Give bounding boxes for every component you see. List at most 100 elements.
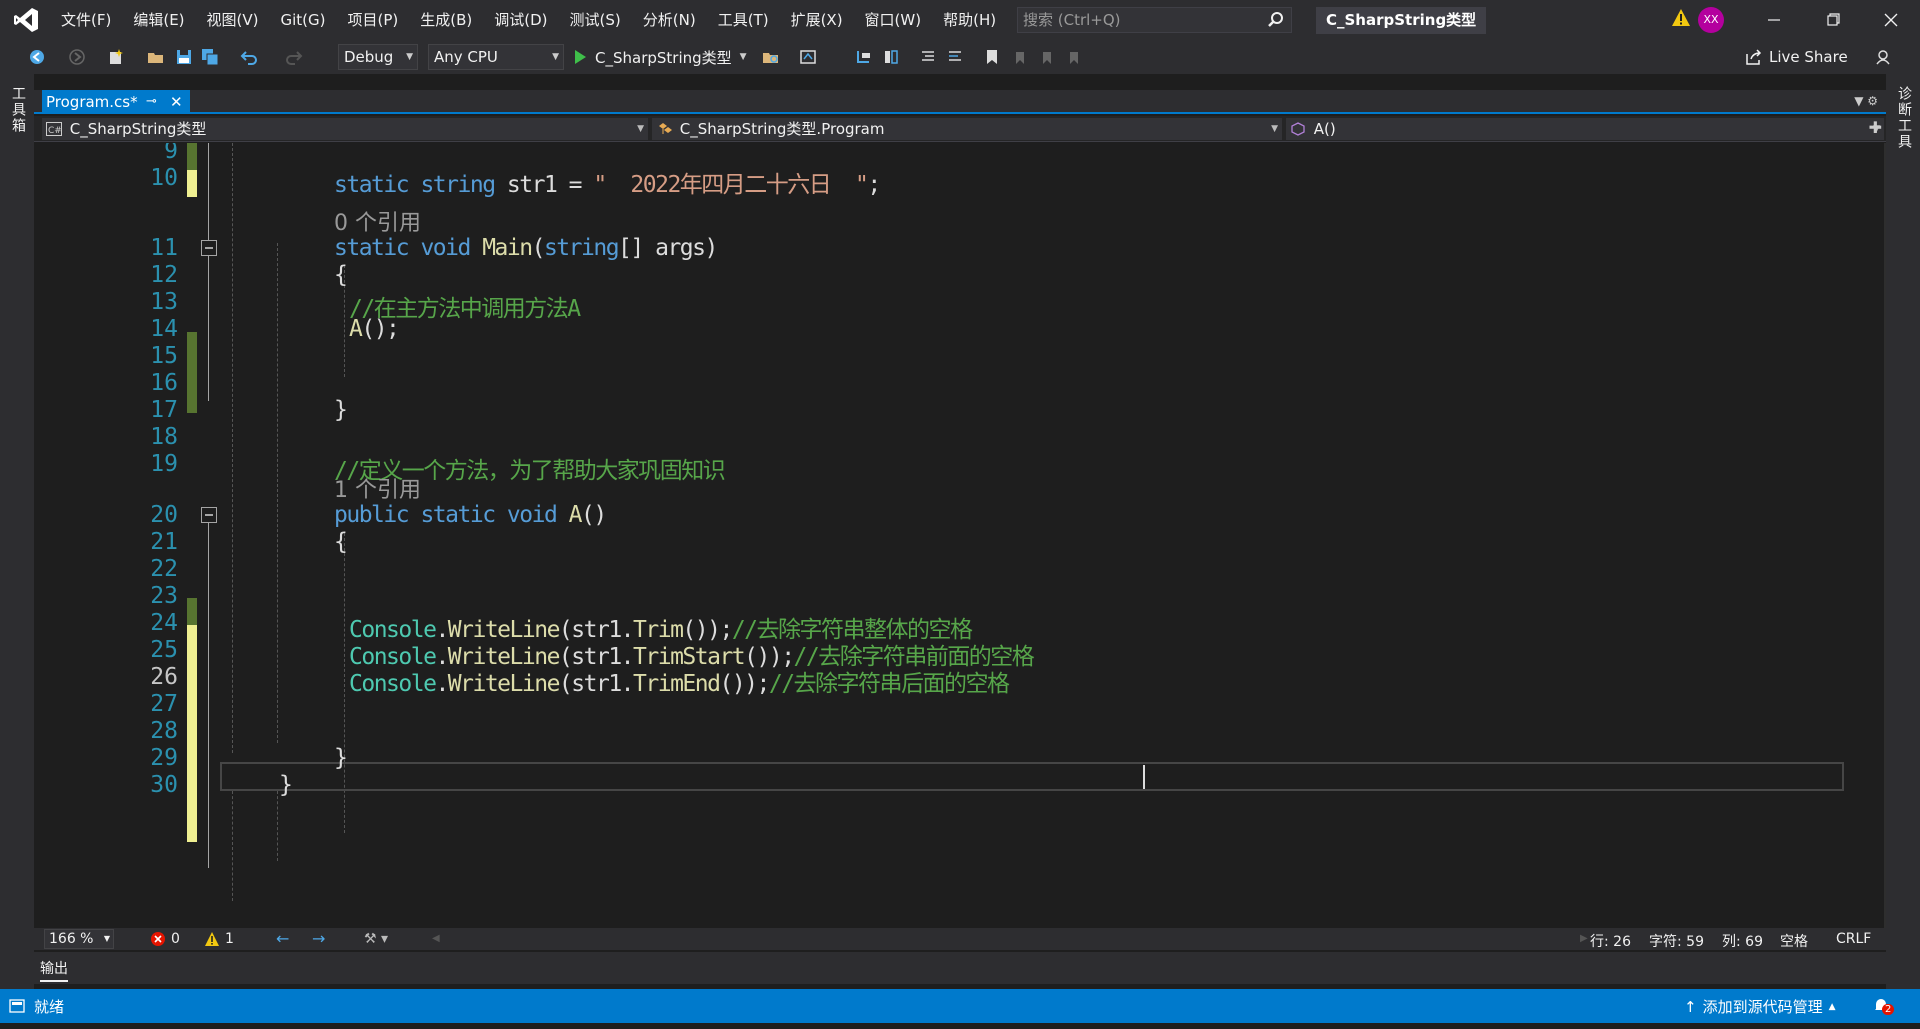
line-number: 9 [164, 143, 178, 164]
code-text: } [334, 745, 348, 771]
status-bar: 就绪 ↑ 添加到源代码管理 ▲ 2 [0, 989, 1920, 1023]
warning-count[interactable]: 1 [204, 931, 234, 947]
whitespace-indicator[interactable]: 空格 [1780, 931, 1808, 951]
menu-debug[interactable]: 调试(D) [483, 0, 558, 40]
home-icon[interactable] [799, 48, 817, 66]
code-cleanup-icon[interactable]: ⚒ ▾ [364, 931, 388, 947]
project-dropdown[interactable]: C# C_SharpString类型 ▼ [42, 118, 648, 140]
search-box[interactable] [1017, 7, 1292, 33]
error-icon [151, 932, 165, 946]
ready-icon [9, 999, 25, 1013]
open-folder-icon[interactable] [147, 48, 165, 66]
configuration-value: Debug [344, 48, 394, 66]
line-number: 23 [150, 583, 178, 609]
code-editor[interactable]: 9 10 static string str1 = " 2022年四月二十六日 … [34, 143, 1886, 928]
add-to-source-control-button[interactable]: ↑ 添加到源代码管理 ▲ [1684, 996, 1836, 1017]
type-dropdown[interactable]: C_SharpString类型.Program ▼ [652, 118, 1282, 140]
tab-overflow-icon[interactable]: ▼ ⚙ [1854, 94, 1878, 108]
menu-help[interactable]: 帮助(H) [932, 0, 1007, 40]
start-debugging-button[interactable]: C_SharpString类型 ▼ [573, 44, 747, 70]
user-avatar[interactable]: XX [1698, 7, 1724, 33]
member-dropdown[interactable]: A() ▼ [1286, 118, 1884, 140]
undo-icon[interactable] [240, 48, 258, 66]
search-icon[interactable] [1267, 11, 1285, 29]
platform-value: Any CPU [434, 48, 498, 66]
warning-icon[interactable] [1671, 8, 1691, 28]
new-project-icon[interactable] [107, 48, 125, 66]
step-into-icon[interactable] [855, 48, 873, 66]
menu-edit[interactable]: 编辑(E) [122, 0, 195, 40]
error-count[interactable]: 0 [150, 931, 180, 947]
restore-icon[interactable] [1808, 0, 1858, 40]
char-indicator[interactable]: 字符: 59 [1649, 931, 1704, 951]
redo-icon[interactable] [285, 48, 303, 66]
step-over-icon[interactable] [882, 48, 900, 66]
bookmark-icon[interactable] [983, 48, 1001, 66]
line-number: 20 [150, 502, 178, 528]
column-indicator[interactable]: 列: 69 [1722, 931, 1763, 951]
svg-text:C#: C# [48, 126, 62, 136]
navigate-back-icon[interactable] [28, 48, 46, 66]
comment-lines-icon[interactable] [919, 48, 937, 66]
document-tab-row: Program.cs* ⊸ ✕ ▼ ⚙ [34, 90, 1886, 114]
taskbar-edge [0, 1023, 1920, 1029]
line-ending-indicator[interactable]: CRLF [1836, 931, 1871, 947]
warning-icon [205, 932, 219, 946]
code-text: } [334, 397, 348, 423]
feedback-icon[interactable] [1874, 48, 1892, 66]
navigation-bar: C# C_SharpString类型 ▼ C_SharpString类型.Pro… [34, 116, 1886, 142]
title-bar: 文件(F) 编辑(E) 视图(V) Git(G) 项目(P) 生成(B) 调试(… [0, 0, 1920, 40]
menu-extensions[interactable]: 扩展(X) [780, 0, 854, 40]
previous-bookmark-icon[interactable] [1010, 48, 1028, 66]
next-bookmark-icon[interactable] [1037, 48, 1055, 66]
scroll-left-icon[interactable]: ◀ [432, 933, 440, 944]
browse-folder-icon[interactable] [762, 48, 780, 66]
code-text: A(); [349, 316, 400, 342]
notifications-button[interactable]: 2 [1872, 996, 1895, 1018]
scroll-right-icon[interactable]: ▶ [1580, 933, 1588, 944]
menu-project[interactable]: 项目(P) [337, 0, 410, 40]
menu-build[interactable]: 生成(B) [409, 0, 483, 40]
line-indicator[interactable]: 行: 26 [1590, 931, 1631, 951]
output-tab[interactable]: 输出 [40, 958, 68, 978]
menu-view[interactable]: 视图(V) [196, 0, 270, 40]
live-share-label: Live Share [1769, 48, 1848, 66]
menu-file[interactable]: 文件(F) [50, 0, 122, 40]
line-number: 29 [150, 745, 178, 771]
play-icon [575, 50, 586, 64]
clear-bookmarks-icon[interactable] [1064, 48, 1082, 66]
menu-test[interactable]: 测试(S) [559, 0, 632, 40]
code-text: { [334, 262, 348, 288]
line-number: 13 [150, 289, 178, 315]
zoom-dropdown[interactable]: 166 % ▼ [44, 929, 114, 949]
code-text: static string str1 = " 2022年四月二十六日 "; [334, 172, 881, 198]
platform-dropdown[interactable]: Any CPU ▼ [428, 44, 564, 70]
visual-studio-logo-icon[interactable] [12, 6, 40, 34]
line-number: 26 [150, 664, 178, 690]
configuration-dropdown[interactable]: Debug ▼ [338, 44, 418, 70]
output-panel-tab-row: 输出 [34, 952, 1886, 984]
menu-git[interactable]: Git(G) [270, 0, 337, 40]
toolbox-tab[interactable]: 工具箱 [8, 86, 28, 134]
next-issue-icon[interactable]: → [312, 929, 325, 948]
navigate-forward-icon[interactable] [68, 48, 86, 66]
minimize-icon[interactable] [1749, 0, 1799, 40]
menu-analyze[interactable]: 分析(N) [632, 0, 707, 40]
save-icon[interactable] [175, 48, 193, 66]
previous-issue-icon[interactable]: ← [276, 929, 289, 948]
search-input[interactable] [1023, 10, 1253, 30]
line-number: 30 [150, 772, 178, 798]
close-tab-icon[interactable]: ✕ [170, 90, 183, 114]
zoom-level: 166 % [49, 931, 94, 947]
tab-program-cs[interactable]: Program.cs* ⊸ ✕ [42, 90, 190, 114]
diagnostic-tools-tab[interactable]: 诊断工具 [1894, 86, 1914, 150]
output-tab-underline [40, 980, 68, 982]
live-share-button[interactable]: Live Share [1745, 44, 1848, 70]
close-window-icon[interactable] [1866, 0, 1916, 40]
pin-icon[interactable]: ⊸ [146, 90, 157, 114]
menu-window[interactable]: 窗口(W) [854, 0, 933, 40]
split-window-icon[interactable]: ✚ [1869, 118, 1882, 137]
save-all-icon[interactable] [201, 48, 219, 66]
uncomment-lines-icon[interactable] [946, 48, 964, 66]
menu-tools[interactable]: 工具(T) [707, 0, 780, 40]
